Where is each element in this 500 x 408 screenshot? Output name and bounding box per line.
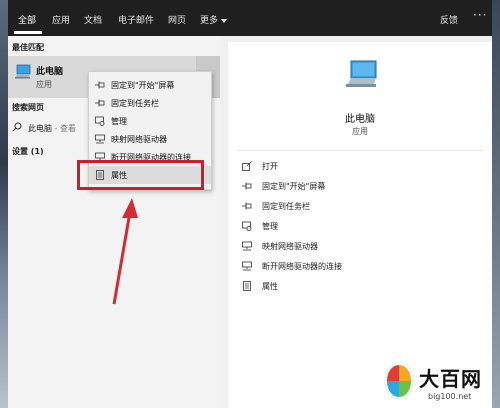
search-icon <box>12 122 22 132</box>
computer-icon <box>346 60 377 87</box>
context-menu-item-manage[interactable]: 管理 <box>89 112 211 130</box>
action-disconnect-drive-label: 断开网络驱动器的连接 <box>262 262 342 271</box>
tab-more-label: 更多 <box>200 16 219 26</box>
highlight-box <box>77 160 204 190</box>
web-search-query: 此电脑 <box>28 124 52 133</box>
settings-heading[interactable]: 设置 (1) <box>12 146 44 157</box>
context-menu-label: 映射网络驱动器 <box>111 135 167 144</box>
search-tab-bar: 全部 应用 文档 电子邮件 网页 更多 反馈 ··· <box>8 0 492 36</box>
manage-icon <box>242 221 252 231</box>
action-properties-label: 属性 <box>262 282 278 291</box>
computer-icon <box>15 64 31 79</box>
tab-email[interactable]: 电子邮件 <box>118 13 154 26</box>
pin-icon <box>95 81 105 89</box>
watermark-logo-icon <box>384 362 414 400</box>
tab-apps[interactable]: 应用 <box>52 13 70 26</box>
context-menu-label: 固定到任务栏 <box>111 99 159 108</box>
tab-documents[interactable]: 文档 <box>84 13 102 26</box>
action-open[interactable]: 打开 <box>242 160 482 174</box>
action-pin-taskbar-label: 固定到任务栏 <box>262 202 310 211</box>
action-map-drive-label: 映射网络驱动器 <box>262 242 318 251</box>
network-drive-icon <box>242 241 252 251</box>
context-menu-item-pin-start[interactable]: 固定到"开始"屏幕 <box>89 76 211 94</box>
pin-icon <box>95 99 105 107</box>
web-search-text: 此电脑 - 查看 <box>28 123 76 134</box>
preview-pane: 此电脑 应用 打开 固定到"开始"屏幕 固定到任务栏 管理 映射网络驱动器 断开… <box>228 42 492 408</box>
search-window: 全部 应用 文档 电子邮件 网页 更多 反馈 ··· 最佳匹配 此电脑 应用 ›… <box>8 0 492 408</box>
context-menu-label: 固定到"开始"屏幕 <box>111 81 175 90</box>
pin-icon <box>242 182 252 190</box>
action-manage-label: 管理 <box>262 222 278 231</box>
preview-subtitle: 应用 <box>352 127 368 136</box>
pin-icon <box>242 202 252 210</box>
action-map-drive[interactable]: 映射网络驱动器 <box>242 240 482 254</box>
tab-more[interactable]: 更多 <box>200 13 228 26</box>
action-properties[interactable]: 属性 <box>242 280 482 294</box>
tab-web[interactable]: 网页 <box>168 13 186 26</box>
context-menu-item-pin-taskbar[interactable]: 固定到任务栏 <box>89 94 211 112</box>
watermark: 大百网 big100.net <box>382 361 498 405</box>
context-menu-label: 管理 <box>111 117 127 126</box>
active-tab-indicator <box>14 31 42 34</box>
web-search-hint: - 查看 <box>52 124 76 133</box>
best-match-subtitle: 应用 <box>36 80 52 89</box>
context-menu-item-map-drive[interactable]: 映射网络驱动器 <box>89 130 211 148</box>
network-drive-icon <box>95 134 105 144</box>
action-pin-start-label: 固定到"开始"屏幕 <box>262 182 326 191</box>
action-manage[interactable]: 管理 <box>242 220 482 234</box>
chevron-down-icon <box>221 18 228 23</box>
watermark-name: 大百网 <box>419 367 482 391</box>
feedback-button[interactable]: 反馈 <box>440 13 458 26</box>
network-drive-icon <box>242 261 252 271</box>
watermark-url: big100.net <box>428 392 472 401</box>
manage-icon <box>95 116 105 126</box>
best-match-heading: 最佳匹配 <box>12 43 44 52</box>
tab-all[interactable]: 全部 <box>18 13 36 26</box>
action-pin-start[interactable]: 固定到"开始"屏幕 <box>242 180 482 194</box>
action-open-label: 打开 <box>262 162 278 171</box>
more-options-icon[interactable]: ··· <box>473 8 487 22</box>
best-match-title: 此电脑 <box>36 67 64 77</box>
desktop-wallpaper-left <box>0 0 8 408</box>
divider <box>238 150 482 151</box>
action-disconnect-drive[interactable]: 断开网络驱动器的连接 <box>242 260 482 274</box>
action-pin-taskbar[interactable]: 固定到任务栏 <box>242 200 482 214</box>
open-icon <box>242 161 252 171</box>
web-search-heading: 搜索网页 <box>12 103 44 112</box>
desktop-wallpaper-right <box>492 0 500 408</box>
properties-icon <box>243 281 251 291</box>
preview-title: 此电脑 <box>345 114 375 125</box>
